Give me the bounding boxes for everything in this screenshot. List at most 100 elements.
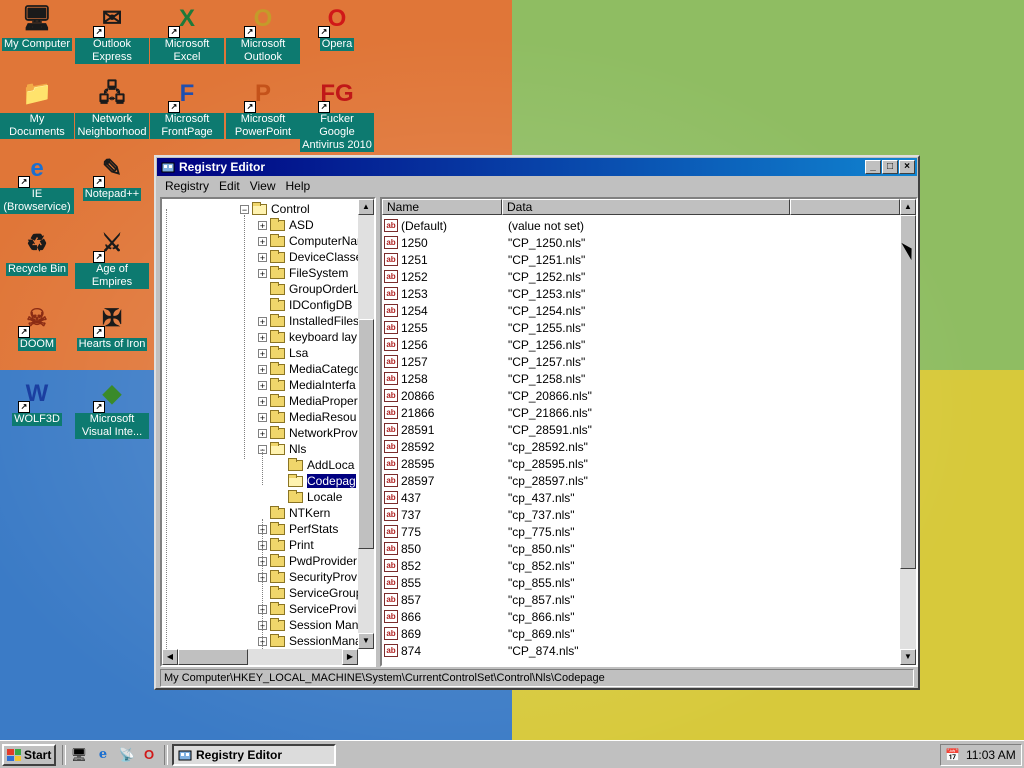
value-row[interactable]: ab 28597 "cp_28597.nls"	[384, 472, 894, 489]
value-row[interactable]: ab 1256 "CP_1256.nls"	[384, 336, 894, 353]
value-row[interactable]: ab 1255 "CP_1255.nls"	[384, 319, 894, 336]
scroll-up-button[interactable]: ▲	[358, 199, 374, 215]
tree-horizontal-scrollbar[interactable]: ◀ ▶	[162, 649, 358, 665]
tree-node[interactable]: AddLoca	[276, 457, 354, 473]
scroll-thumb-horizontal[interactable]	[178, 649, 248, 665]
value-row[interactable]: ab 855 "cp_855.nls"	[384, 574, 894, 591]
column-header-data[interactable]: Data	[502, 199, 790, 215]
task-registry-editor[interactable]: Registry Editor	[172, 744, 336, 766]
value-row[interactable]: ab (Default) (value not set)	[384, 217, 894, 234]
tray-scheduler-icon[interactable]: 📅	[945, 748, 960, 762]
tree-node[interactable]: + MediaProper	[258, 393, 358, 409]
tree-node[interactable]: IDConfigDB	[258, 297, 352, 313]
desktop-icon-documents-folder[interactable]: 📁 My Documents	[0, 77, 74, 139]
value-row[interactable]: ab 1252 "CP_1252.nls"	[384, 268, 894, 285]
value-row[interactable]: ab 28592 "cp_28592.nls"	[384, 438, 894, 455]
close-button[interactable]: ×	[899, 160, 915, 174]
tree-node[interactable]: + MediaResou	[258, 409, 356, 425]
expand-icon[interactable]: +	[258, 428, 267, 438]
tree-node[interactable]: + ASD	[258, 217, 314, 233]
desktop-icon-visual-interdev[interactable]: ◆ ↗ Microsoft Visual Inte...	[75, 377, 149, 439]
menu-edit[interactable]: Edit	[214, 179, 245, 193]
expand-icon[interactable]: +	[258, 236, 267, 246]
desktop-icon-excel[interactable]: X ↗ Microsoft Excel	[150, 2, 224, 64]
tree-node[interactable]: NTKern	[258, 505, 330, 521]
menu-view[interactable]: View	[245, 179, 281, 193]
values-list-pane[interactable]: Name Data ab (Default) (value not set) ab 12…	[380, 197, 918, 667]
value-row[interactable]: ab 1253 "CP_1253.nls"	[384, 285, 894, 302]
tree-node[interactable]: + InstalledFiles	[258, 313, 359, 329]
value-row[interactable]: ab 1257 "CP_1257.nls"	[384, 353, 894, 370]
menu-registry[interactable]: Registry	[160, 179, 214, 193]
tree-node[interactable]: + PwdProvider	[258, 553, 357, 569]
tree-node[interactable]: Locale	[276, 489, 342, 505]
expand-icon[interactable]: +	[258, 220, 267, 230]
expand-icon[interactable]: +	[258, 412, 267, 422]
value-row[interactable]: ab 1254 "CP_1254.nls"	[384, 302, 894, 319]
column-header-name[interactable]: Name	[382, 199, 502, 215]
value-row[interactable]: ab 850 "cp_850.nls"	[384, 540, 894, 557]
desktop-icon-recycle-bin[interactable]: ♻ Recycle Bin	[0, 227, 74, 276]
desktop-icon-frontpage[interactable]: F ↗ Microsoft FrontPage	[150, 77, 224, 139]
desktop-icon-age-of-empires[interactable]: ⚔ ↗ Age of Empires	[75, 227, 149, 289]
menu-help[interactable]: Help	[281, 179, 316, 193]
list-vertical-scrollbar[interactable]: ▲ ▼	[900, 199, 916, 665]
scroll-down-button[interactable]: ▼	[358, 633, 374, 649]
value-row[interactable]: ab 28591 "CP_28591.nls"	[384, 421, 894, 438]
desktop-icon-hearts-of-iron[interactable]: ✠ ↗ Hearts of Iron	[75, 302, 149, 351]
tree-node[interactable]: + PerfStats	[258, 521, 338, 537]
desktop-icon-doom[interactable]: ☠ ↗ DOOM	[0, 302, 74, 351]
scroll-thumb[interactable]	[358, 319, 374, 549]
desktop-icon-computer[interactable]: 🖥 My Computer	[0, 2, 74, 51]
value-row[interactable]: ab 437 "cp_437.nls"	[384, 489, 894, 506]
desktop-icon-network[interactable]: 🖧 Network Neighborhood	[75, 77, 149, 139]
tree-vertical-scrollbar[interactable]: ▲ ▼	[358, 199, 374, 649]
value-row[interactable]: ab 1250 "CP_1250.nls"	[384, 234, 894, 251]
title-bar[interactable]: Registry Editor _ □ ×	[157, 158, 917, 176]
desktop-icon-powerpoint[interactable]: P ↗ Microsoft PowerPoint	[226, 77, 300, 139]
start-button[interactable]: Start	[2, 744, 56, 766]
clock[interactable]: 11:03 AM	[966, 748, 1016, 762]
key-tree-pane[interactable]: − Control + ASD + ComputerNar + DeviceClasse + Fi…	[160, 197, 376, 667]
registry-editor-window[interactable]: Registry Editor _ □ × Registry Edit View…	[154, 155, 920, 690]
maximize-button[interactable]: □	[882, 160, 898, 174]
tree-node[interactable]: + SessionMana	[258, 633, 360, 649]
collapse-icon[interactable]: −	[240, 204, 249, 214]
value-row[interactable]: ab 20866 "CP_20866.nls"	[384, 387, 894, 404]
desktop-icon-opera[interactable]: O ↗ Opera	[300, 2, 374, 51]
desktop-icon-antivirus[interactable]: FG ↗ Fucker Google Antivirus 2010	[300, 77, 374, 152]
expand-icon[interactable]: +	[258, 316, 267, 326]
scroll-left-button[interactable]: ◀	[162, 649, 178, 665]
desktop-icon-outlook[interactable]: O ↗ Microsoft Outlook	[226, 2, 300, 64]
value-row[interactable]: ab 21866 "CP_21866.nls"	[384, 404, 894, 421]
tree-node[interactable]: + Lsa	[258, 345, 308, 361]
tree-node[interactable]: + ServiceProvi	[258, 601, 356, 617]
channels-icon[interactable]: 📡	[118, 746, 136, 764]
tree-node[interactable]: GroupOrderL	[258, 281, 360, 297]
value-row[interactable]: ab 857 "cp_857.nls"	[384, 591, 894, 608]
desktop-icon-notepad[interactable]: ✎ ↗ Notepad++	[75, 152, 149, 201]
scroll-right-button[interactable]: ▶	[342, 649, 358, 665]
minimize-button[interactable]: _	[865, 160, 881, 174]
opera-icon[interactable]: O	[140, 746, 158, 764]
tree-node[interactable]: + MediaCatego	[258, 361, 360, 377]
value-row[interactable]: ab 869 "cp_869.nls"	[384, 625, 894, 642]
expand-icon[interactable]: +	[258, 364, 267, 374]
desktop-icon-outlook-express[interactable]: ✉ ↗ Outlook Express	[75, 2, 149, 64]
tree-node[interactable]: ServiceGroup	[258, 585, 360, 601]
tree-node[interactable]: + ComputerNar	[258, 233, 360, 249]
expand-icon[interactable]: +	[258, 396, 267, 406]
scroll-thumb[interactable]	[900, 215, 916, 569]
value-row[interactable]: ab 737 "cp_737.nls"	[384, 506, 894, 523]
expand-icon[interactable]: +	[258, 380, 267, 390]
tree-node[interactable]: Codepag	[276, 473, 357, 489]
tree-node[interactable]: + MediaInterfa	[258, 377, 356, 393]
value-row[interactable]: ab 1258 "CP_1258.nls"	[384, 370, 894, 387]
ie-icon[interactable]: e	[94, 746, 112, 764]
value-row[interactable]: ab 866 "cp_866.nls"	[384, 608, 894, 625]
tree-node[interactable]: − Control	[240, 201, 310, 217]
tree-node[interactable]: + Session Man	[258, 617, 358, 633]
tree-node[interactable]: + DeviceClasse	[258, 249, 360, 265]
scroll-up-button[interactable]: ▲	[900, 199, 916, 215]
desktop-icon-ie[interactable]: e ↗ IE (Browservice)	[0, 152, 74, 214]
